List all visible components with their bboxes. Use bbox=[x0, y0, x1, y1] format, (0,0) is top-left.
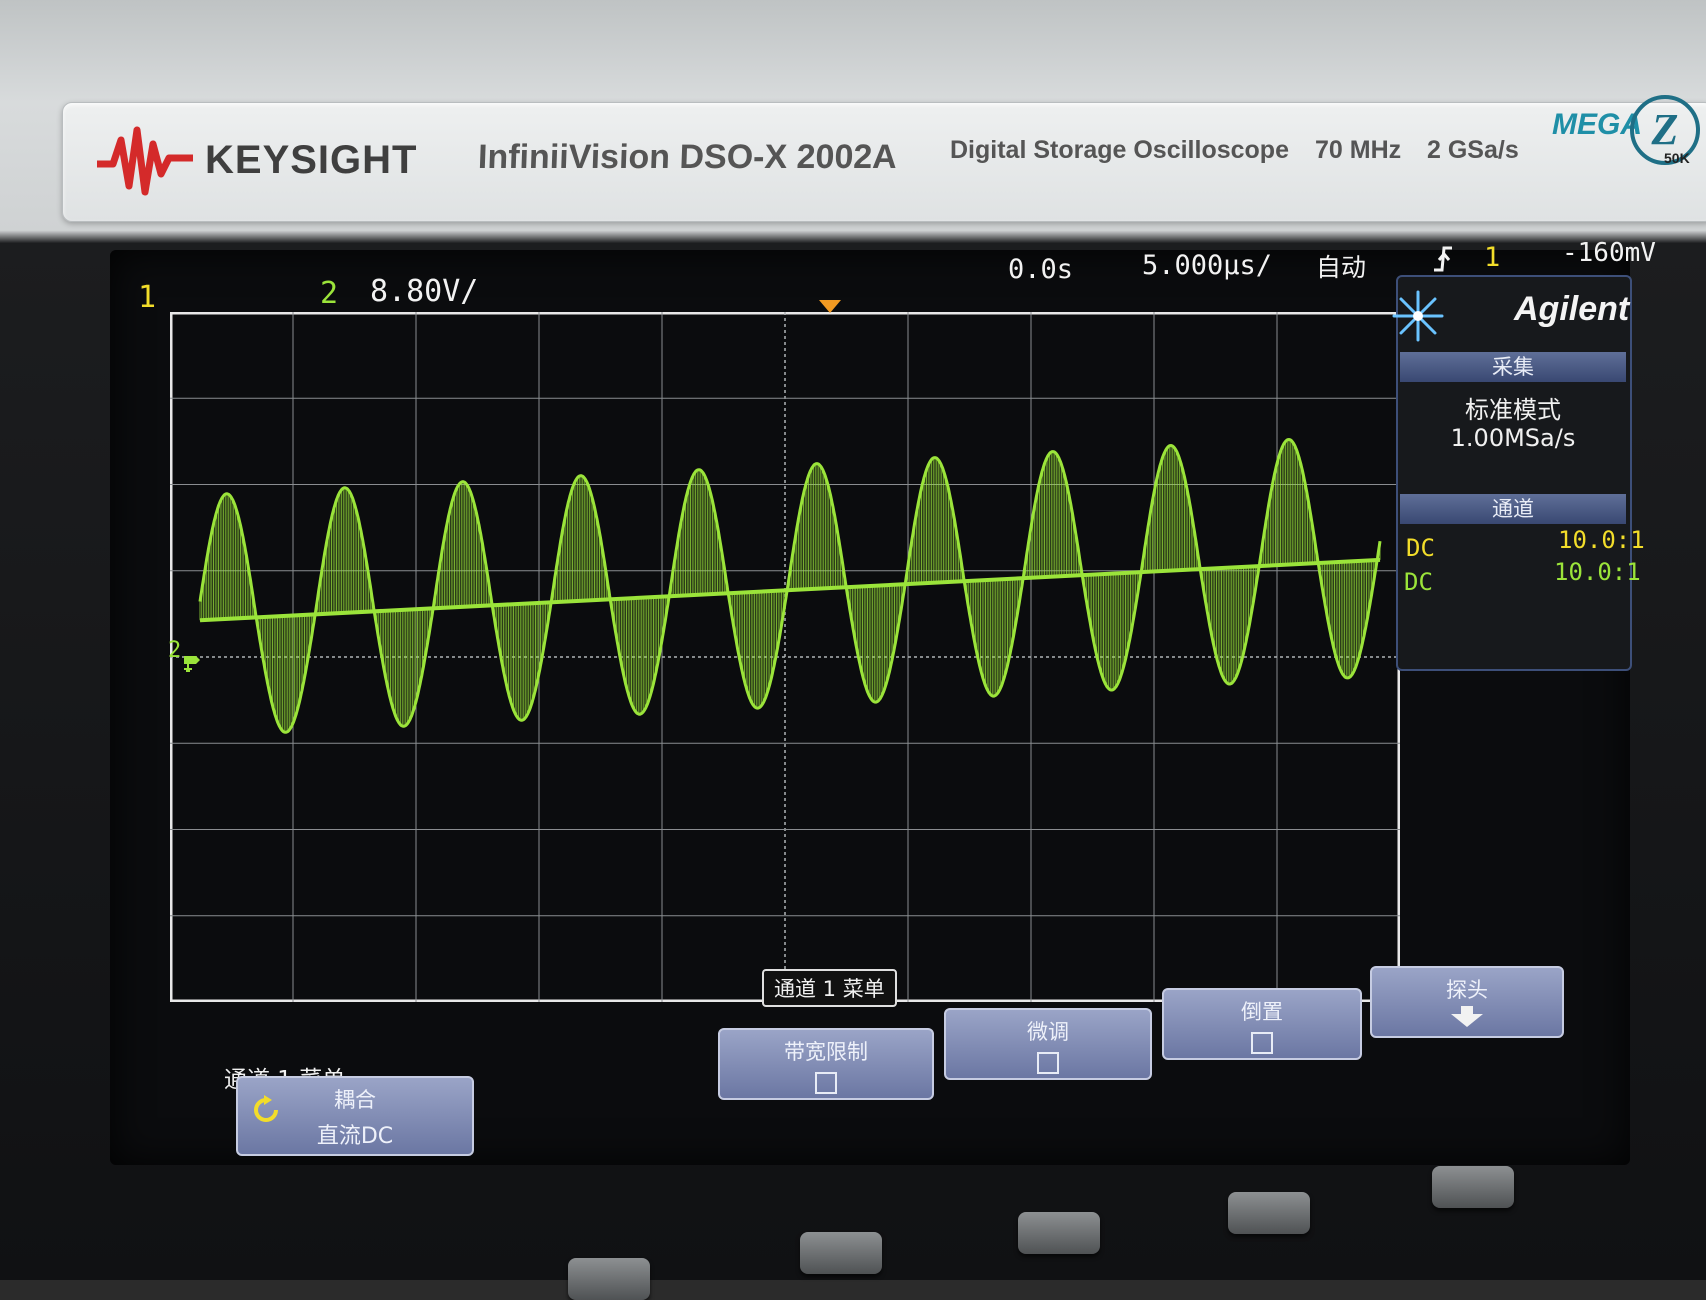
channel-2-scale: 8.80V/ bbox=[370, 274, 479, 309]
channel-1-indicator[interactable]: 1 bbox=[138, 280, 156, 315]
hardware-softkey-button[interactable] bbox=[1018, 1212, 1100, 1254]
hardware-softkey-button[interactable] bbox=[1228, 1192, 1310, 1234]
trigger-source: 1 bbox=[1484, 242, 1501, 273]
channel-2-indicator[interactable]: 2 bbox=[320, 276, 338, 311]
brand-name: KEYSIGHT bbox=[205, 138, 418, 182]
time-delay: 0.0s bbox=[1008, 254, 1074, 285]
channel-2-ground-marker[interactable]: 2 bbox=[168, 638, 181, 663]
channel-1-menu-tab: 通道 1 菜单 bbox=[762, 969, 897, 1007]
trigger-position-icon bbox=[819, 300, 841, 313]
acquire-rate: 1.00MSa/s bbox=[1450, 424, 1576, 452]
acquire-header: 采集 bbox=[1400, 352, 1626, 382]
waveform-display[interactable] bbox=[170, 312, 1400, 1002]
model-name: InfiniiVision DSO-X 2002A bbox=[477, 138, 898, 176]
invert-checkbox[interactable] bbox=[1251, 1032, 1273, 1054]
rotate-knob-icon bbox=[254, 1095, 278, 1122]
bandwidth-limit-label: 带宽限制 bbox=[784, 1040, 868, 1064]
agilent-logo: Agilent bbox=[1514, 290, 1630, 328]
invert-softkey[interactable]: 倒置 bbox=[1162, 988, 1362, 1060]
bandwidth-limit-softkey[interactable]: 带宽限制 bbox=[718, 1028, 934, 1100]
bandwidth-label: 70 MHz bbox=[1315, 136, 1402, 164]
trigger-level: -160mV bbox=[1562, 238, 1656, 268]
zoom-sub-label: 50K bbox=[1664, 150, 1690, 166]
channel-2-waveform bbox=[198, 437, 1382, 734]
fine-adjust-softkey[interactable]: 微调 bbox=[944, 1008, 1152, 1080]
invert-label: 倒置 bbox=[1241, 1000, 1283, 1024]
hardware-softkey-button[interactable] bbox=[800, 1232, 882, 1274]
channel-header: 通道 bbox=[1400, 494, 1626, 524]
coupling-softkey[interactable]: 耦合 直流DC bbox=[236, 1076, 474, 1156]
channel-1-coupling: DC bbox=[1406, 534, 1435, 562]
fine-adjust-label: 微调 bbox=[1027, 1020, 1069, 1044]
fine-adjust-checkbox[interactable] bbox=[1037, 1052, 1059, 1074]
trigger-edge-icon bbox=[1434, 246, 1452, 272]
channel-2-probe: 10.0:1 bbox=[1554, 558, 1641, 586]
probe-softkey[interactable]: 探头 bbox=[1370, 966, 1564, 1038]
trigger-mode: 自动 bbox=[1316, 253, 1367, 282]
hardware-softkey-button[interactable] bbox=[568, 1258, 650, 1300]
channel-1-probe: 10.0:1 bbox=[1558, 526, 1645, 554]
keysight-logo-icon bbox=[97, 126, 193, 196]
probe-label: 探头 bbox=[1446, 978, 1488, 1002]
sample-rate-label: 2 GSa/s bbox=[1427, 136, 1519, 164]
model-description: Digital Storage Oscilloscope bbox=[950, 136, 1289, 164]
agilent-spark-icon bbox=[1392, 290, 1444, 342]
time-base: 5.000µs/ bbox=[1142, 250, 1273, 281]
megazoom-logo: MEGA bbox=[1552, 108, 1642, 141]
ground-arrow-icon bbox=[184, 656, 200, 672]
arrow-down-icon bbox=[1451, 1006, 1483, 1027]
bandwidth-limit-checkbox[interactable] bbox=[815, 1072, 837, 1094]
channel-2-coupling: DC bbox=[1404, 568, 1433, 596]
hardware-softkey-button[interactable] bbox=[1432, 1166, 1514, 1208]
acquire-mode: 标准模式 bbox=[1465, 396, 1561, 424]
